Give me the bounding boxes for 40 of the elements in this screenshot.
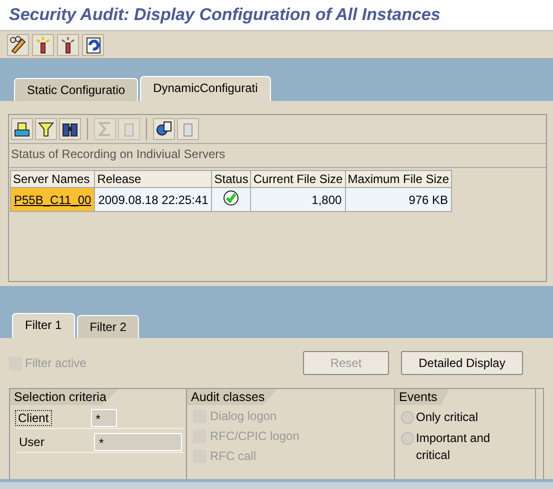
column-header[interactable]: Release	[94, 170, 212, 188]
radio-label: Only critical	[416, 409, 480, 426]
server-link[interactable]: P55B_C11_00	[14, 192, 92, 206]
checkbox-label: Filter active	[25, 356, 86, 370]
export-icon[interactable]	[153, 118, 175, 140]
input-field[interactable]: *	[90, 408, 117, 426]
pencil-icon[interactable]	[7, 34, 29, 56]
tab[interactable]: Filter 1	[12, 313, 75, 338]
button[interactable]: Detailed Display	[401, 351, 523, 375]
filter-icon[interactable]	[35, 118, 57, 140]
group-title: Events	[395, 389, 450, 405]
checkbox-label: RFC/CPIC logon	[210, 429, 300, 443]
refresh-icon[interactable]	[82, 34, 104, 56]
group-title: Selection criteria	[10, 389, 118, 405]
table-cell: 2009.08.18 22:25:41	[94, 188, 212, 212]
tab[interactable]: DynamicConfigurati	[140, 76, 271, 101]
binoculars-icon[interactable]	[59, 118, 81, 140]
tab[interactable]: Filter 2	[76, 315, 140, 338]
lamp-icon[interactable]	[57, 34, 79, 56]
sum-icon[interactable]	[94, 118, 116, 140]
column-header[interactable]: Status	[212, 170, 251, 188]
grid-caption: Status of Recording on Indiviual Servers	[11, 147, 226, 161]
column-header[interactable]: Maximum File Size	[345, 170, 452, 188]
print-icon[interactable]	[11, 118, 33, 140]
lamp-icon[interactable]	[32, 34, 54, 56]
radio-button[interactable]	[401, 432, 414, 445]
field-label: Client	[16, 410, 51, 424]
checkbox-label: Dialog logon	[210, 409, 277, 423]
column-header[interactable]: Server Names	[10, 170, 95, 188]
input-field[interactable]: *	[94, 432, 182, 450]
table-cell: 1,800	[250, 188, 346, 212]
group-title: Audit classes	[187, 389, 277, 405]
table-cell: 976 KB	[345, 188, 452, 212]
column-header[interactable]: Current File Size	[250, 170, 346, 188]
tab[interactable]: Static Configuratio	[14, 78, 138, 101]
field-label: User	[18, 434, 46, 448]
radio-button[interactable]	[401, 411, 414, 424]
radio-label: Important and critical	[416, 430, 492, 464]
checkbox-label: RFC call	[210, 449, 256, 463]
window-title: Security Audit: Display Configuration of All Instances	[9, 5, 440, 25]
